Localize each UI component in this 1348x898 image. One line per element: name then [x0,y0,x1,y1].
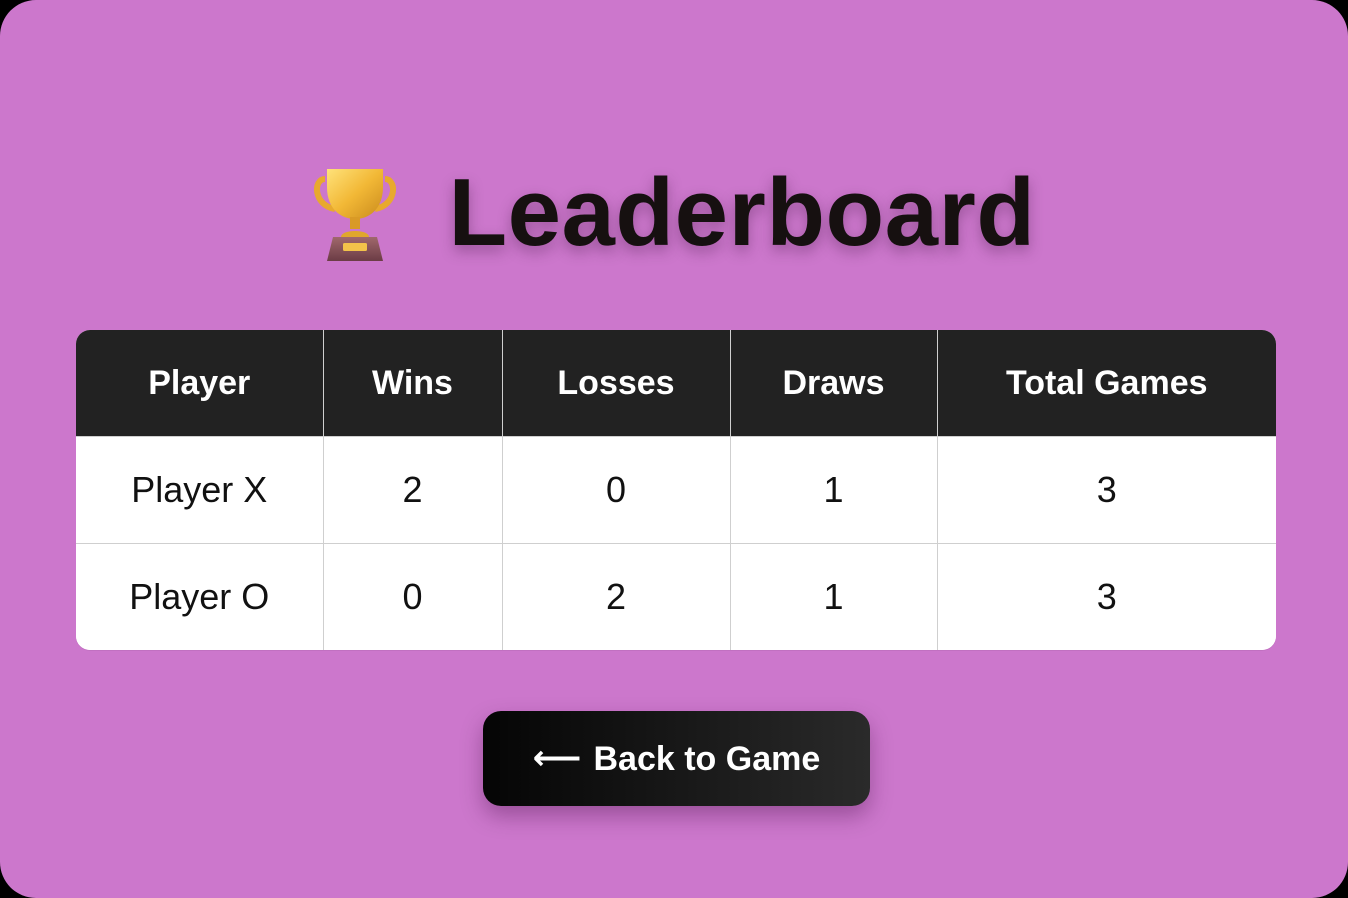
leaderboard-table: Player Wins Losses Draws Total Games Pla… [76,330,1276,650]
wins-cell: 0 [322,543,503,650]
arrow-left-icon: ⟵ [532,738,582,777]
page-header: Leaderboard [0,160,1348,270]
total-games-cell: 3 [936,436,1276,544]
losses-cell: 0 [501,436,731,544]
draws-cell: 1 [729,436,938,544]
column-header-wins: Wins [322,330,503,437]
total-games-cell: 3 [936,543,1276,650]
column-header-player: Player [76,330,324,437]
column-header-draws: Draws [729,330,938,437]
player-name-cell: Player X [76,436,324,544]
wins-cell: 2 [322,436,503,544]
table-row: Player O 0 2 1 3 [76,543,1276,650]
player-name-cell: Player O [76,543,324,650]
back-to-game-button[interactable]: ⟵ Back to Game [483,711,870,806]
column-header-losses: Losses [501,330,731,437]
table-row: Player X 2 0 1 3 [76,436,1276,544]
draws-cell: 1 [729,543,938,650]
losses-cell: 2 [501,543,731,650]
page-title: Leaderboard [448,159,1036,266]
leaderboard-page: Leaderboard Player Wins Losses Draws Tot… [0,0,1348,898]
column-header-total-games: Total Games [936,330,1276,437]
table-header-row: Player Wins Losses Draws Total Games [76,330,1276,437]
back-to-game-label: Back to Game [593,739,821,778]
trophy-icon [313,169,396,261]
